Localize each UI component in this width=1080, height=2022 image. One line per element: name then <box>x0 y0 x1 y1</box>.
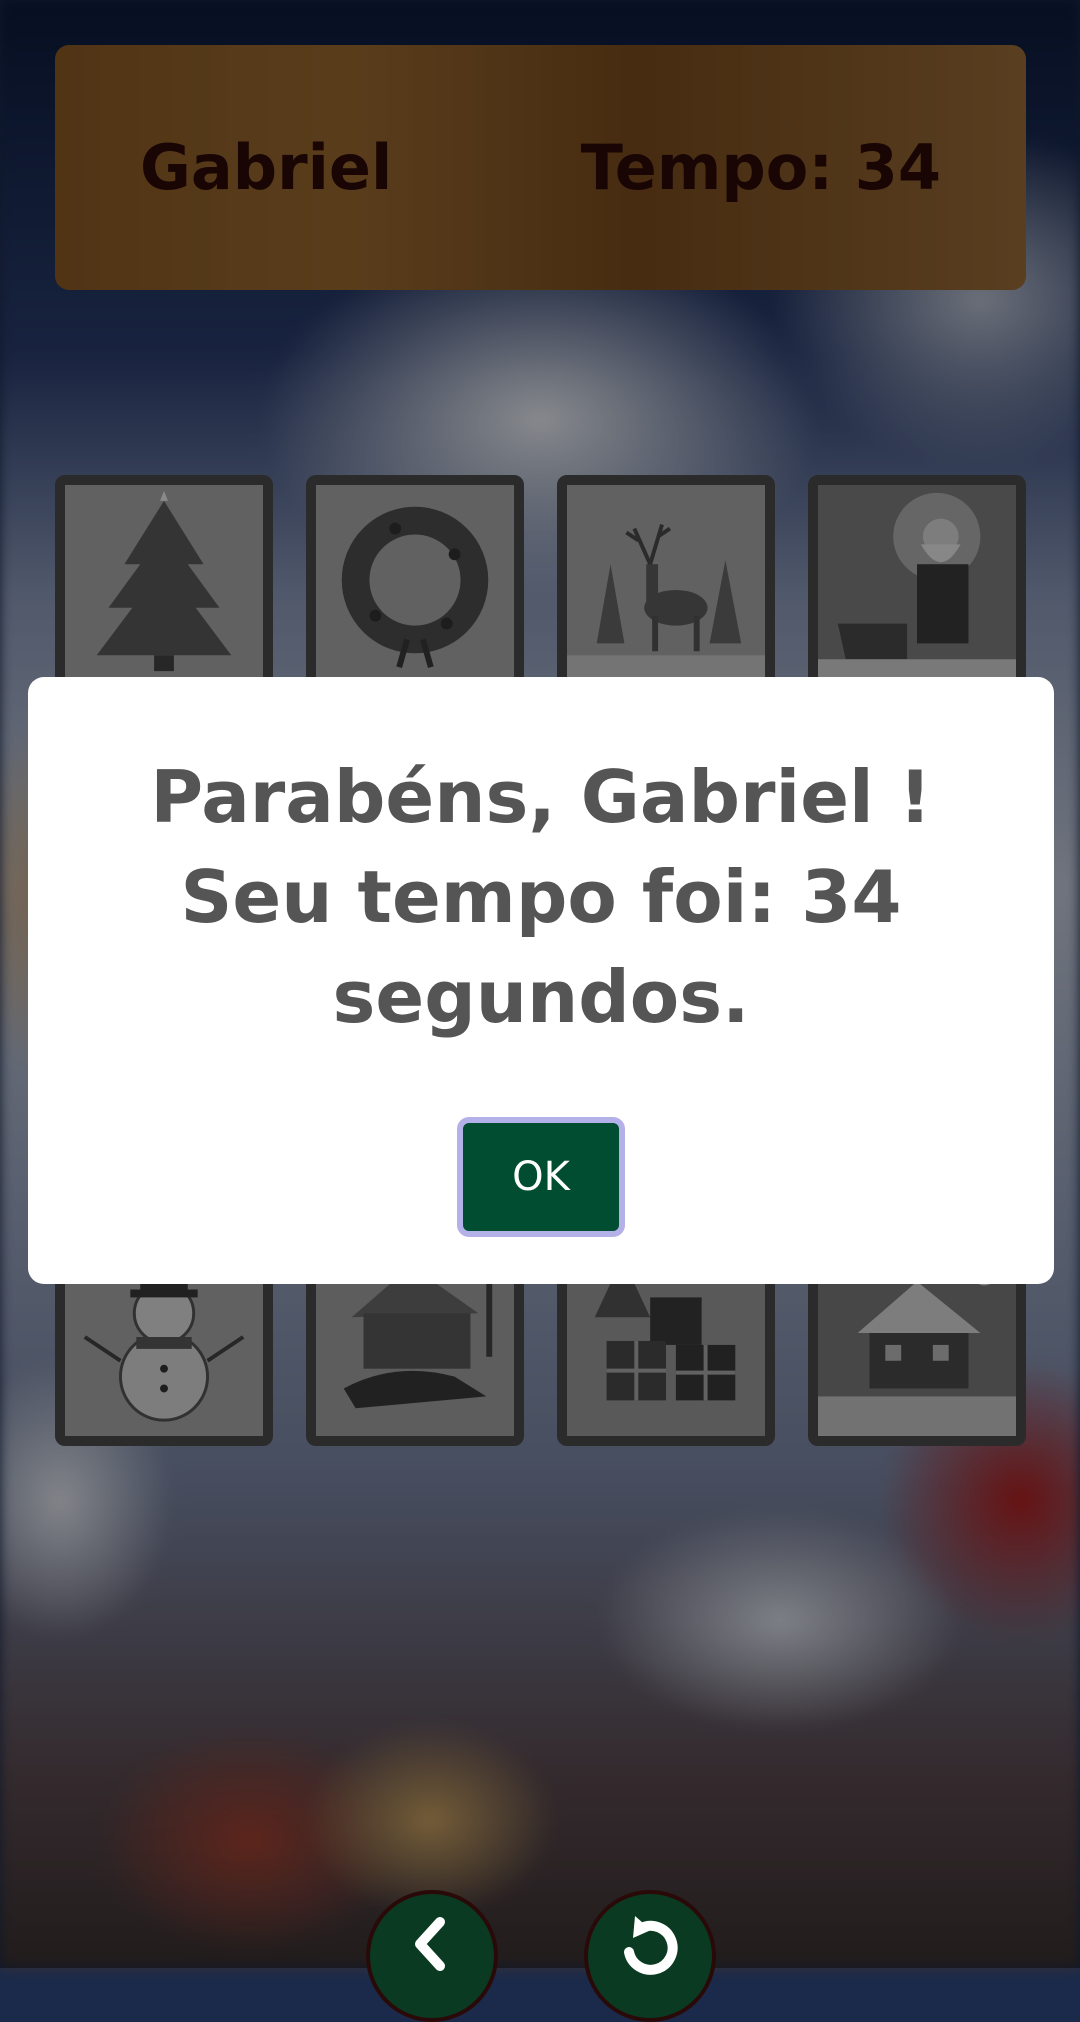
ok-button[interactable]: OK <box>457 1117 625 1237</box>
chevron-left-icon <box>415 1917 445 1971</box>
victory-dialog: Parabéns, Gabriel ! Seu tempo foi: 34 se… <box>28 677 1054 1284</box>
reload-button[interactable] <box>584 1890 716 2022</box>
reload-icon <box>624 1916 678 1975</box>
back-button[interactable] <box>366 1890 498 2022</box>
victory-message: Parabéns, Gabriel ! Seu tempo foi: 34 se… <box>150 755 932 1039</box>
